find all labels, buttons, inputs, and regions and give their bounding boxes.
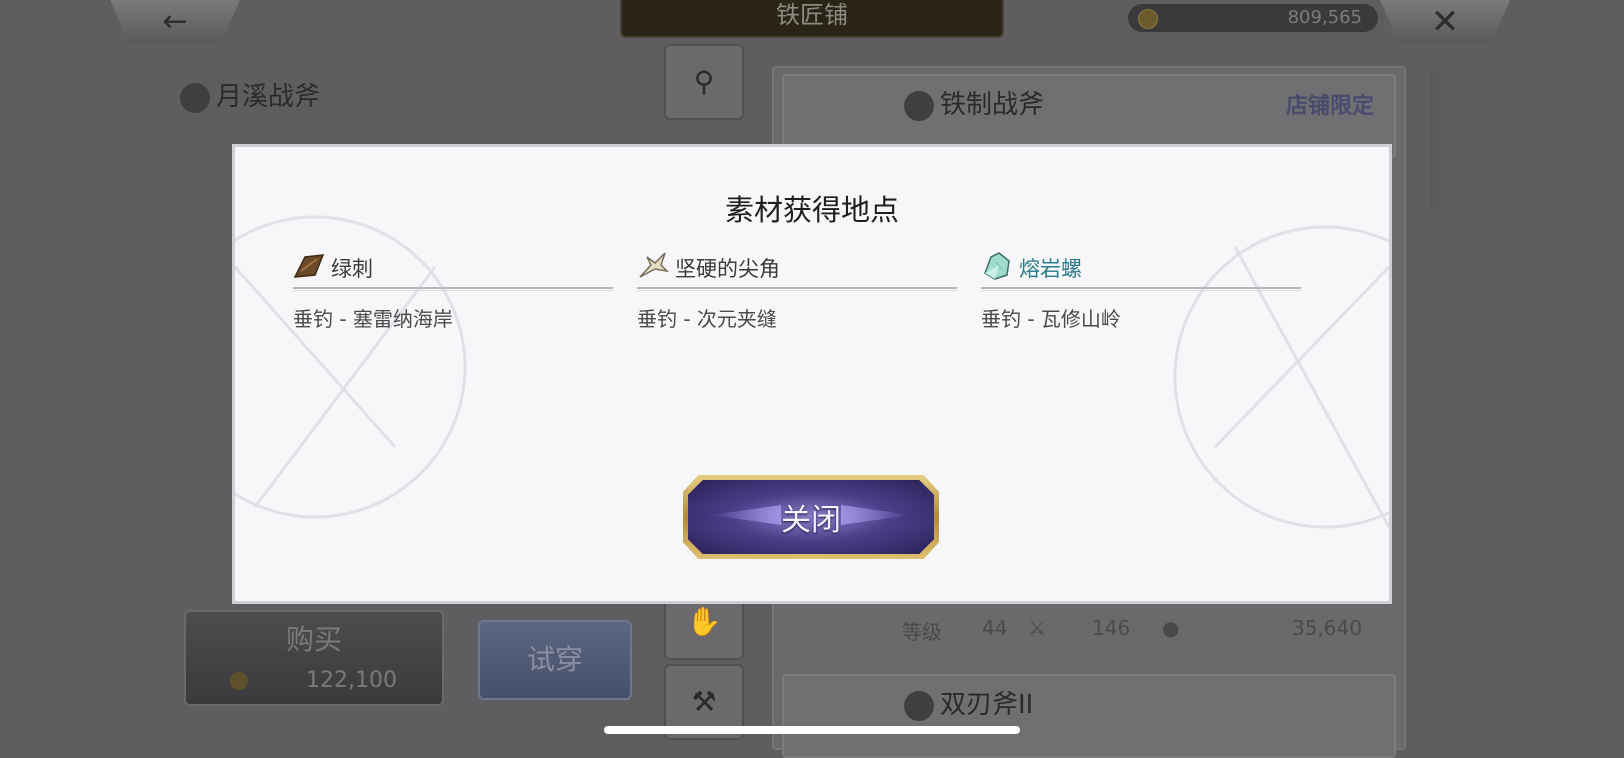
material-entry: 坚硬的尖角 垂钓 - 次元夹缝 [637,247,957,332]
list-item-name: 双刃斧II [904,684,1033,721]
back-arrow-icon: ← [162,4,188,39]
close-screen-button[interactable]: ✕ [1380,0,1510,44]
material-source: 垂钓 - 瓦修山岭 [981,307,1121,331]
material-name: 熔岩螺 [1019,257,1082,281]
material-entry: 熔岩螺 垂钓 - 瓦修山岭 [981,247,1301,332]
close-button-label: 关闭 [781,503,841,538]
axe-type-icon [904,90,934,121]
buy-label: 购买 [285,623,342,656]
list-item[interactable]: 等级 44 ⚔ 146 ● 35,640 [782,596,1392,666]
buy-price: 122,100 [306,668,397,693]
material-source: 垂钓 - 次元夹缝 [637,307,777,331]
sword-icon: ⚔ [1028,616,1046,640]
shop-title: 铁匠铺 [620,0,1004,38]
list-item[interactable]: 双刃斧II [782,674,1396,758]
material-source-dialog: 素材获得地点 绿刺 垂钓 - 塞雷纳海岸 坚硬的尖角 垂钓 - 次元夹缝 熔岩螺… [232,144,1392,604]
close-button[interactable]: 关闭 [683,475,939,559]
level-value: 44 [982,616,1008,640]
shop-limited-badge: 店铺限定 [1285,94,1374,119]
try-on-button[interactable]: 试穿 [478,620,632,700]
home-indicator[interactable] [604,726,1020,734]
tab-staff[interactable]: ⚲ [664,44,744,120]
attack-value: 146 [1092,616,1131,640]
buy-button[interactable]: 购买 122,100 [184,610,444,706]
item-price: 35,640 [1292,616,1362,640]
material-source: 垂钓 - 塞雷纳海岸 [293,307,453,331]
coin-icon [1138,9,1158,29]
level-label: 等级 [902,620,942,644]
wood-material-icon [293,254,325,278]
crystal-material-icon [984,252,1010,280]
gloves-icon: ✋ [686,605,722,638]
currency-display: 809,565 [1128,4,1378,32]
material-header: 绿刺 [293,247,613,291]
material-name: 绿刺 [331,257,373,281]
horn-material-icon [639,252,669,278]
list-item-name: 铁制战斧 [904,84,1044,121]
hammer-icon: ⚒ [691,685,717,718]
axe-type-icon [180,82,210,113]
dialog-title: 素材获得地点 [724,193,899,227]
close-x-icon: ✕ [1430,2,1460,42]
material-entry: 绿刺 垂钓 - 塞雷纳海岸 [293,247,613,332]
material-header: 坚硬的尖角 [637,247,957,291]
coin-icon: ● [1162,616,1180,640]
currency-amount: 809,565 [1287,7,1362,28]
back-button[interactable]: ← [110,0,240,44]
coin-icon [230,672,248,690]
material-header: 熔岩螺 [981,247,1301,291]
axe-type-icon [904,690,934,721]
material-name: 坚硬的尖角 [675,257,780,281]
staff-icon: ⚲ [693,65,715,98]
item-name: 月溪战斧 [216,82,321,112]
item-name-row: 月溪战斧 [180,76,320,113]
list-scrollbar[interactable] [1430,70,1440,210]
